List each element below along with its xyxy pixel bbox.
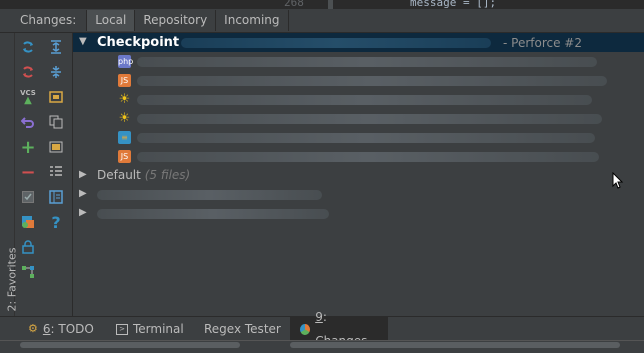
tab-terminal-label: Terminal [133,322,184,336]
list-item[interactable]: ☀ [73,109,644,128]
redacted-filename [137,114,602,124]
vcs-commit-icon[interactable]: VCS ▲ [17,86,39,108]
redacted-description [181,38,491,48]
js-file-icon: JS [118,74,131,87]
redacted-filename [137,152,599,162]
expand-arrow-icon[interactable]: ▶ [79,188,87,199]
changelist-default[interactable]: ▶ Default (5 files) [73,166,644,185]
redacted-filename [137,57,597,67]
tab-regex-label: Regex Tester [204,322,281,336]
xml-file-icon: ≡ [118,131,131,144]
tab-todo-number: 6 [42,322,51,336]
list-item[interactable]: JS [73,147,644,166]
expand-arrow-icon[interactable]: ▶ [79,207,87,218]
tab-incoming[interactable]: Incoming [215,10,289,31]
todo-icon: ⚙ [28,322,38,335]
tab-changes[interactable]: 9: Changes [290,310,388,348]
favorites-strip[interactable]: 2: Favorites ★ [0,33,18,337]
tab-regex-tester[interactable]: Regex Tester [194,317,291,341]
diagram-icon[interactable] [17,261,39,283]
file-count: (5 files) [144,168,191,182]
sun-file-icon: ☀ [118,111,131,126]
changelist-name: Checkpoint [97,35,180,50]
redacted-status-text [290,342,620,348]
tab-local[interactable]: Local [86,10,135,31]
redacted-filename [137,95,592,105]
editor-strip [0,0,644,9]
changes-tabs: Changes: Local Repository Incoming [0,10,289,31]
checkbox-icon[interactable] [17,186,39,208]
split-view-icon[interactable] [45,186,67,208]
changes-toolbar-primary: VCS ▲ + − [17,36,41,286]
changelist-redacted[interactable]: ▶ [73,185,644,204]
editor-line-number: 268 [284,0,304,9]
tab-todo-label: : TODO [50,322,94,336]
changes-tree: ▼ Checkpoint - Perforce #2 php JS ☀ ☀ ≡ … [73,33,644,316]
tab-todo[interactable]: ⚙ 6: TODO [18,317,104,341]
changelist-name: Default (5 files) [97,168,191,182]
changelist-redacted[interactable]: ▶ [73,204,644,223]
changes-label: Changes: [20,13,77,27]
history-icon[interactable] [45,86,67,108]
js-file-icon: JS [118,150,131,163]
changelist-checkpoint[interactable]: ▼ Checkpoint - Perforce #2 [73,33,644,52]
lock-icon[interactable] [17,236,39,258]
list-item[interactable]: ☀ [73,90,644,109]
terminal-icon: > [116,323,128,335]
undo-icon[interactable] [17,111,39,133]
preview-icon[interactable] [45,136,67,158]
help-icon[interactable]: ? [45,211,67,233]
redacted-filename [137,133,595,143]
group-by-icon[interactable] [45,161,67,183]
shelve-icon[interactable] [17,211,39,233]
changes-toolbar-secondary: ? [45,36,69,236]
changes-header: 268 message = []; Changes: Local Reposit… [0,0,644,32]
refresh-icon[interactable] [17,36,39,58]
add-icon[interactable]: + [17,136,39,158]
copy-icon[interactable] [45,111,67,133]
redacted-filename [137,76,607,86]
expand-all-icon[interactable] [45,36,67,58]
expand-arrow-icon[interactable]: ▶ [79,169,87,180]
rollback-icon[interactable] [17,61,39,83]
list-item[interactable]: JS [73,71,644,90]
tab-terminal[interactable]: > Terminal [106,317,194,341]
list-item[interactable]: php [73,52,644,71]
changelist-extra: - Perforce #2 [503,36,582,50]
php-file-icon: php [118,55,134,68]
tab-repository[interactable]: Repository [134,10,215,31]
redacted-status-text [20,342,240,348]
editor-code-line: message = []; [410,0,497,9]
remove-icon[interactable]: − [17,161,39,183]
tool-window-bar: ⚙ 6: TODO > Terminal Regex Tester 9: Cha… [0,310,644,348]
sun-file-icon: ☀ [118,92,131,107]
mouse-cursor-icon [612,172,624,189]
redacted-changelist-name [97,209,329,219]
expand-arrow-icon[interactable]: ▼ [79,36,87,47]
list-item[interactable]: ≡ [73,128,644,147]
changes-icon [300,323,311,335]
redacted-changelist-name [97,190,322,200]
collapse-all-icon[interactable] [45,61,67,83]
tab-changes-number: 9 [315,310,323,324]
editor-gutter-mark [328,0,333,9]
